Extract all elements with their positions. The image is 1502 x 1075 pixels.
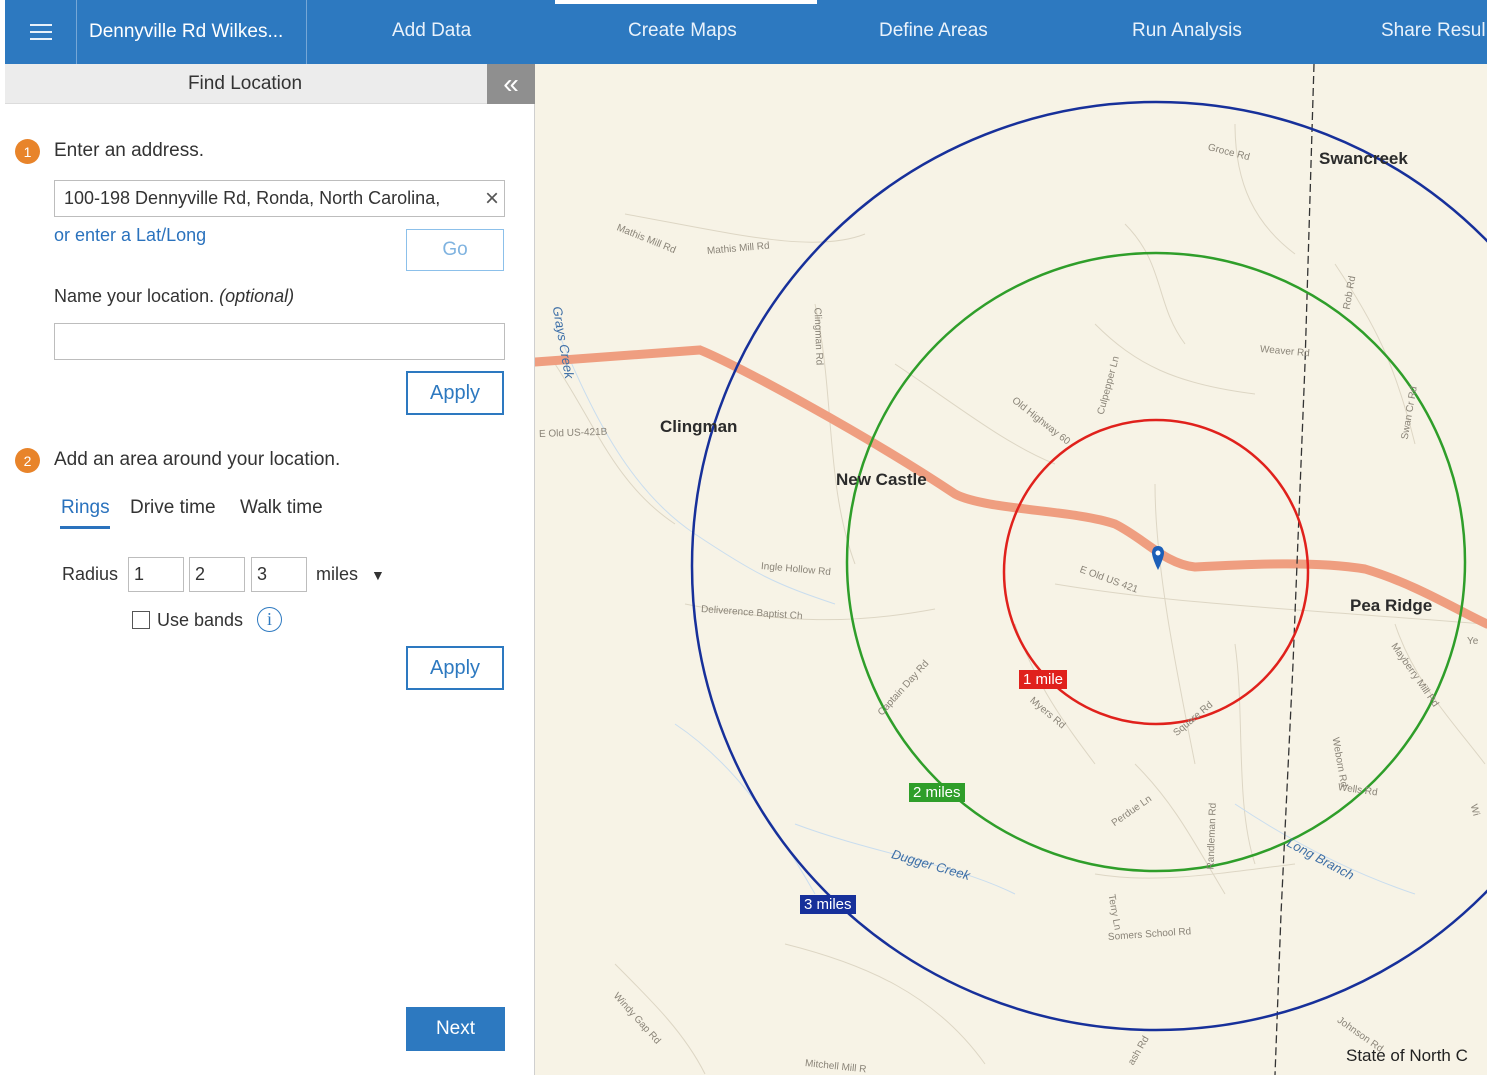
top-nav-bar: Dennyville Rd Wilkes... Add Data Create … (5, 0, 1487, 64)
double-chevron-left-icon: « (503, 68, 519, 99)
nav-tab-define-areas[interactable]: Define Areas (879, 20, 988, 42)
nav-tab-create-maps[interactable]: Create Maps (628, 20, 737, 42)
active-tab-underline (60, 526, 110, 529)
place-label-new-castle: New Castle (836, 470, 927, 489)
collapse-panel-button[interactable]: « (487, 64, 535, 104)
state-label: State of North C (1346, 1046, 1468, 1065)
place-label-pea-ridge: Pea Ridge (1350, 596, 1433, 615)
map-canvas (535, 64, 1487, 1075)
find-location-panel: Find Location « 1 Enter an address. 100-… (5, 64, 535, 1075)
hamburger-icon (29, 24, 52, 40)
highway-route (535, 345, 1487, 629)
nav-tab-run-analysis[interactable]: Run Analysis (1132, 20, 1242, 42)
ring-3-radius-input[interactable]: 3 (251, 557, 307, 592)
address-input[interactable]: 100-198 Dennyville Rd, Ronda, North Caro… (54, 180, 505, 217)
info-icon[interactable]: i (257, 607, 282, 632)
name-location-label: Name your location. (optional) (54, 286, 295, 306)
nav-tab-add-data[interactable]: Add Data (392, 20, 471, 42)
ring-2-radius-input[interactable]: 2 (189, 557, 245, 592)
go-button[interactable]: Go (406, 229, 504, 271)
radius-label: Radius (62, 564, 119, 584)
step-1-badge: 1 (15, 139, 40, 164)
nav-tab-share-results[interactable]: Share Resul (1381, 20, 1486, 42)
location-pin-icon[interactable] (1151, 545, 1165, 571)
step-2-badge: 2 (15, 448, 40, 473)
ring-1-label: 1 mile (1019, 670, 1068, 689)
units-dropdown[interactable]: miles (316, 564, 358, 585)
clear-icon[interactable]: × (481, 187, 503, 211)
apply-rings-button[interactable]: Apply (406, 646, 504, 690)
step-1-text: Enter an address. (54, 140, 204, 161)
apply-name-button[interactable]: Apply (406, 371, 504, 415)
use-bands-label: Use bands (157, 610, 244, 630)
location-name-input[interactable] (54, 323, 505, 360)
tab-rings[interactable]: Rings (61, 497, 110, 519)
place-label-swancreek: Swancreek (1319, 149, 1408, 168)
road-label: Clingman Rd (811, 307, 825, 366)
enter-lat-long-link[interactable]: or enter a Lat/Long (54, 225, 206, 246)
panel-title: Find Location (187, 73, 303, 94)
hamburger-menu-button[interactable] (5, 0, 77, 64)
ring-2-label: 2 miles (909, 783, 965, 802)
step-2-text: Add an area around your location. (54, 449, 341, 470)
map-view[interactable]: Swancreek Clingman New Castle Pea Ridge … (535, 64, 1487, 1075)
place-label-clingman: Clingman (660, 417, 738, 436)
project-title[interactable]: Dennyville Rd Wilkes... (77, 0, 307, 64)
next-button[interactable]: Next (406, 1007, 505, 1051)
use-bands-checkbox[interactable] (132, 611, 150, 629)
active-tab-indicator (555, 0, 817, 4)
panel-header: Find Location « (5, 64, 535, 104)
tab-walk-time[interactable]: Walk time (240, 497, 323, 519)
road-label: Ye (1467, 636, 1479, 647)
ring-3-label: 3 miles (800, 895, 856, 914)
tab-drive-time[interactable]: Drive time (130, 497, 216, 519)
ring-1-radius-input[interactable]: 1 (128, 557, 184, 592)
caret-down-icon[interactable]: ▼ (371, 567, 385, 583)
road-label: Randleman Rd (1205, 802, 1219, 870)
